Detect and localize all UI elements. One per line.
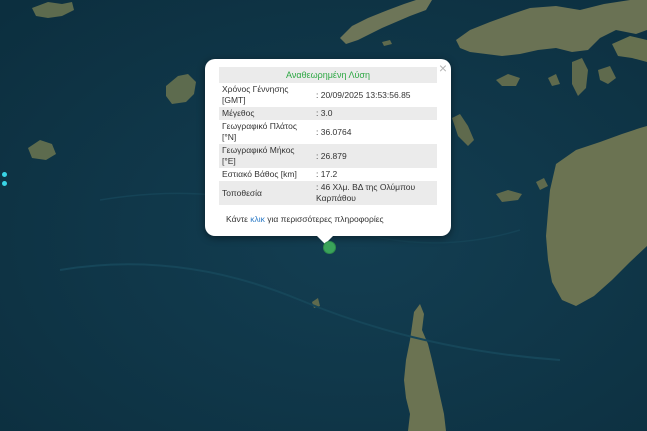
table-row: Μέγεθος : 3.0 xyxy=(219,107,437,120)
longitude-value: : 26.879 xyxy=(313,144,437,168)
latitude-label: Γεωγραφικό Πλάτος [°N] xyxy=(219,120,313,144)
station-dot-1[interactable] xyxy=(2,172,7,177)
table-row: Χρόνος Γέννησης [GMT] : 20/09/2025 13:53… xyxy=(219,83,437,107)
origin-time-label: Χρόνος Γέννησης [GMT] xyxy=(219,83,313,107)
more-info-suffix: για περισσότερες πληροφορίες xyxy=(264,214,384,224)
more-info-prefix: Κάντε xyxy=(226,214,251,224)
magnitude-value: : 3.0 xyxy=(313,107,437,120)
popup-title: Αναθεωρημένη Λύση xyxy=(219,67,437,83)
depth-label: Εστιακό Βάθος [km] xyxy=(219,168,313,181)
longitude-label: Γεωγραφικό Μήκος [°E] xyxy=(219,144,313,168)
table-row: Γεωγραφικό Μήκος [°E] : 26.879 xyxy=(219,144,437,168)
magnitude-label: Μέγεθος xyxy=(219,107,313,120)
more-info-link[interactable]: κλικ xyxy=(250,214,265,224)
earthquake-epicenter-marker[interactable] xyxy=(323,241,336,254)
table-row: Γεωγραφικό Πλάτος [°N] : 36.0764 xyxy=(219,120,437,144)
depth-value: : 17.2 xyxy=(313,168,437,181)
origin-time-value: : 20/09/2025 13:53:56.85 xyxy=(313,83,437,107)
location-label: Τοποθεσία xyxy=(219,181,313,205)
station-dot-2[interactable] xyxy=(2,181,7,186)
table-row: Τοποθεσία : 46 Χλμ. ΒΔ της Ολύμπου Καρπά… xyxy=(219,181,437,205)
earthquake-details-table: Αναθεωρημένη Λύση Χρόνος Γέννησης [GMT] … xyxy=(219,67,437,205)
close-icon[interactable]: × xyxy=(439,61,447,75)
earthquake-info-popup: × Αναθεωρημένη Λύση Χρόνος Γέννησης [GMT… xyxy=(205,59,451,236)
location-value: : 46 Χλμ. ΒΔ της Ολύμπου Καρπάθου xyxy=(313,181,437,205)
table-row: Εστιακό Βάθος [km] : 17.2 xyxy=(219,168,437,181)
latitude-value: : 36.0764 xyxy=(313,120,437,144)
more-info-text: Κάντε κλικ για περισσότερες πληροφορίες xyxy=(226,214,384,224)
